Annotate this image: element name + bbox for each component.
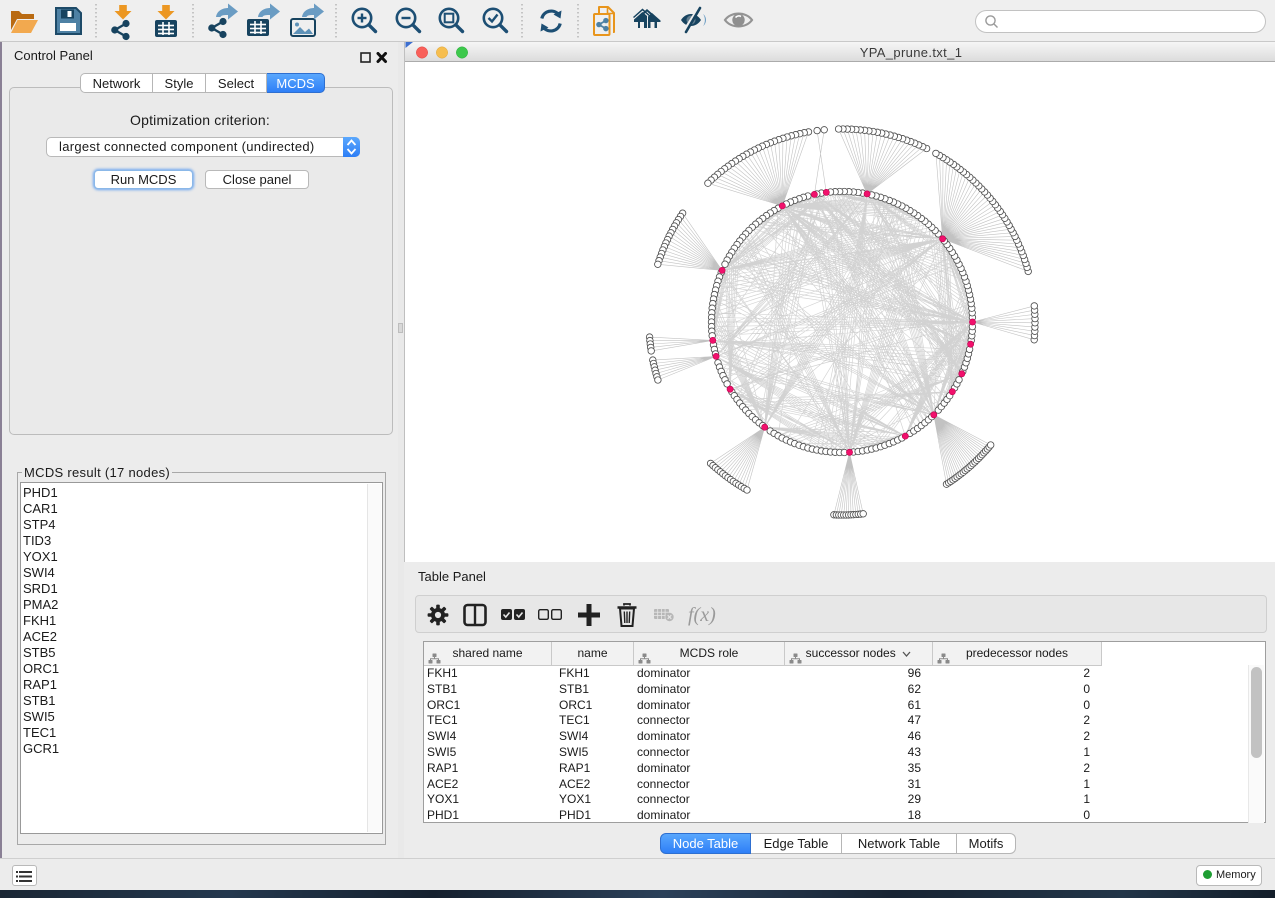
svg-text:f(x): f(x) [688, 604, 716, 626]
